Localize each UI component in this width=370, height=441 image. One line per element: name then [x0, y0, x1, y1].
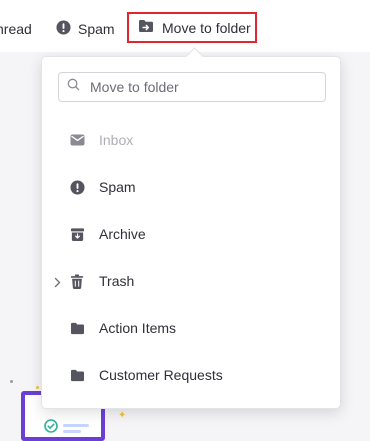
toolbar: nread Spam Move to folder: [0, 0, 370, 52]
move-to-folder-button[interactable]: Move to folder: [127, 12, 257, 43]
archive-icon: [69, 226, 85, 242]
folder-item-trash[interactable]: Trash: [42, 263, 340, 299]
folder-icon: [69, 367, 85, 383]
decor-dot: [36, 386, 39, 389]
sparkle-icon: ✦: [118, 410, 127, 421]
folder-item-label: Archive: [99, 226, 146, 242]
folder-item-action-items[interactable]: Action Items: [42, 310, 340, 346]
folder-item-customer-requests[interactable]: Customer Requests: [42, 357, 340, 393]
illustration-line: [63, 430, 81, 433]
folder-search-input[interactable]: [88, 78, 312, 96]
spam-button[interactable]: Spam: [56, 10, 115, 48]
chevron-right-icon[interactable]: [54, 275, 61, 291]
folder-item-label: Trash: [99, 273, 135, 289]
move-folder-icon: [138, 19, 154, 36]
folder-icon: [69, 320, 85, 336]
search-icon: [67, 78, 80, 96]
mark-unread-label: nread: [0, 21, 32, 37]
move-to-folder-dropdown: Inbox Spam Archive Trash Action Items Cu…: [41, 47, 341, 409]
folder-item-inbox: Inbox: [42, 122, 340, 158]
check-circle-icon: [44, 419, 58, 438]
spam-icon: [69, 179, 85, 195]
spam-icon: [56, 20, 71, 38]
folder-item-label: Inbox: [99, 132, 134, 148]
mark-unread-button[interactable]: nread: [0, 10, 32, 48]
trash-icon: [69, 273, 85, 289]
folder-item-label: Spam: [99, 179, 136, 195]
folder-item-archive[interactable]: Archive: [42, 216, 340, 252]
folder-item-spam[interactable]: Spam: [42, 169, 340, 205]
folder-item-label: Action Items: [99, 320, 177, 336]
move-to-folder-label: Move to folder: [162, 19, 251, 36]
illustration-line: [63, 424, 89, 427]
folder-item-label: Customer Requests: [99, 367, 223, 383]
folder-search-field[interactable]: [58, 72, 326, 102]
envelope-icon: [69, 132, 85, 148]
spam-label: Spam: [78, 21, 115, 37]
decor-dot: [10, 380, 13, 383]
